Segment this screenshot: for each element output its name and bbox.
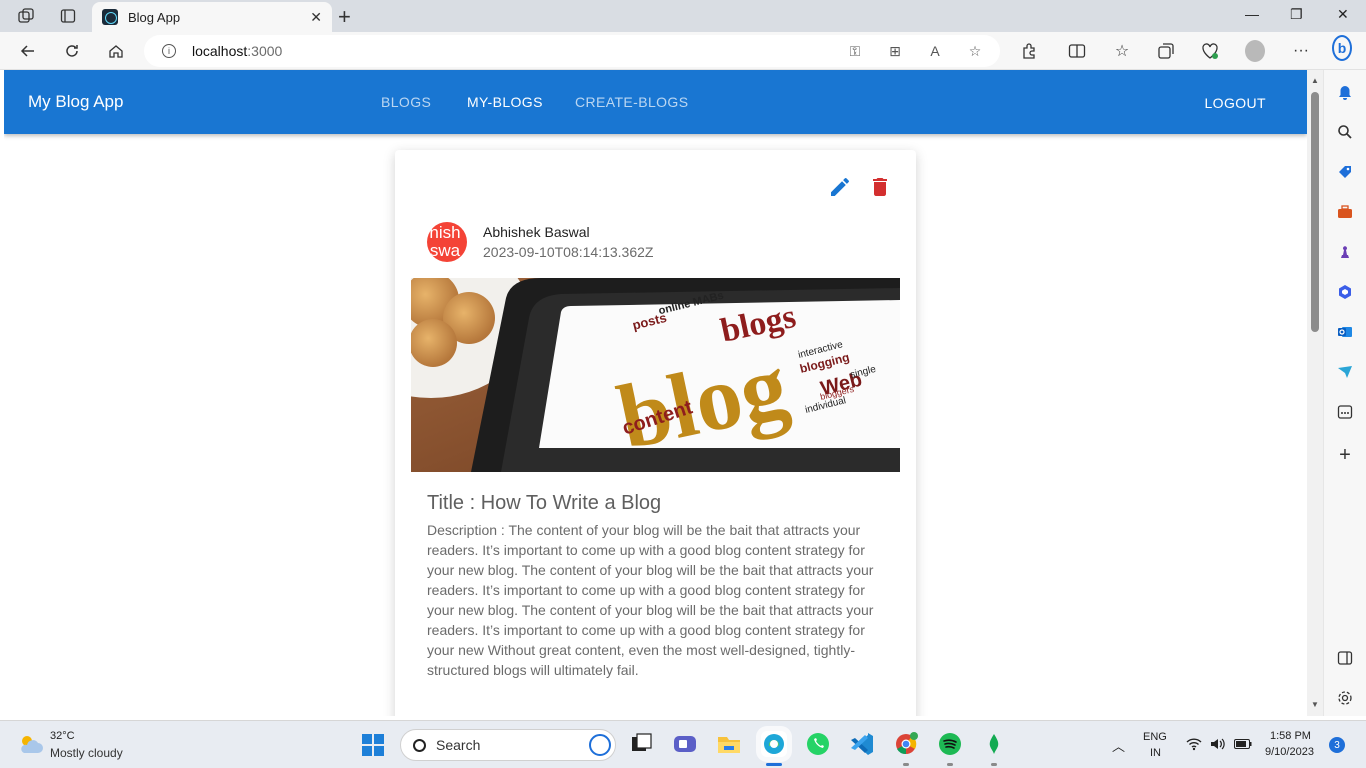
- restore-icon[interactable]: ❐: [1290, 6, 1303, 23]
- vscode-icon[interactable]: [849, 731, 875, 757]
- spotify-indicator: [947, 763, 953, 766]
- apps-icon[interactable]: ⊞: [886, 42, 904, 60]
- battery-icon[interactable]: [1234, 739, 1252, 749]
- weather-description[interactable]: Mostly cloudy: [50, 746, 123, 760]
- web-capture-icon[interactable]: [1335, 402, 1355, 422]
- extensions-icon[interactable]: [1019, 41, 1039, 61]
- tray-overflow-chevron-icon[interactable]: ︿: [1112, 736, 1125, 755]
- more-options-icon[interactable]: ···: [1291, 41, 1311, 61]
- wifi-icon[interactable]: [1186, 737, 1202, 751]
- edge-active-indicator: [766, 763, 782, 766]
- bing-copilot-icon[interactable]: b: [1332, 35, 1352, 61]
- scroll-up-icon[interactable]: ▲: [1311, 76, 1319, 85]
- app-bar: My Blog App BLOGS MY-BLOGS CREATE-BLOGS …: [4, 70, 1307, 134]
- post-title: Title : How To Write a Blog: [427, 492, 662, 514]
- clock-date[interactable]: 9/10/2023: [1265, 746, 1314, 758]
- blog-image: blog blogs content Web posts online MABs…: [411, 278, 900, 472]
- spotify-icon[interactable]: [937, 731, 963, 757]
- browser-toolbar: i localhost:3000 ⚿ ⊞ A ☆ ☆ ··· b: [0, 32, 1366, 70]
- url-port: :3000: [247, 43, 283, 59]
- notification-badge[interactable]: 3: [1329, 737, 1345, 753]
- post-description: Description : The content of your blog w…: [427, 522, 874, 678]
- collections-icon[interactable]: [1156, 41, 1176, 61]
- mongodb-compass-icon[interactable]: [981, 731, 1007, 757]
- scroll-down-icon[interactable]: ▼: [1311, 700, 1319, 709]
- volume-icon[interactable]: [1210, 737, 1226, 751]
- add-sidebar-app-icon[interactable]: +: [1335, 444, 1355, 466]
- window-close-icon[interactable]: ✕: [1337, 6, 1349, 23]
- logout-button[interactable]: LOGOUT: [1204, 95, 1266, 111]
- nav-tab-my-blogs[interactable]: MY-BLOGS: [467, 94, 543, 110]
- search-icon[interactable]: [1335, 122, 1355, 142]
- author-name: Abhishek Baswal: [483, 224, 590, 240]
- back-icon[interactable]: [18, 41, 38, 61]
- whatsapp-icon[interactable]: [805, 731, 831, 757]
- profile-avatar[interactable]: [1245, 40, 1265, 62]
- delete-icon[interactable]: [868, 175, 892, 199]
- site-info-icon[interactable]: i: [162, 44, 176, 58]
- avatar-text-line2: swa: [429, 241, 461, 260]
- page-viewport: My Blog App BLOGS MY-BLOGS CREATE-BLOGS …: [4, 70, 1307, 716]
- start-windows-icon[interactable]: [362, 734, 384, 756]
- avatar-text-line1: hish: [429, 223, 461, 242]
- tab-close-icon[interactable]: ✕: [310, 9, 322, 26]
- weather-temperature[interactable]: 32°C: [50, 730, 75, 742]
- taskbar-search-label: Search: [436, 737, 481, 753]
- author-avatar: hish swa: [427, 222, 467, 262]
- task-view-icon[interactable]: [628, 731, 654, 757]
- outlook-icon[interactable]: [1335, 322, 1355, 342]
- browser-tabstrip: Blog App ✕ + — ❐ ✕: [0, 0, 1366, 32]
- shopping-tag-icon[interactable]: [1335, 162, 1355, 182]
- meet-chat-icon[interactable]: [672, 731, 698, 757]
- language-in[interactable]: IN: [1150, 747, 1161, 759]
- favorite-star-icon[interactable]: ☆: [966, 42, 984, 60]
- hide-sidebar-icon[interactable]: [1335, 648, 1355, 668]
- react-favicon-icon: [102, 9, 118, 25]
- drop-send-icon[interactable]: [1335, 362, 1355, 382]
- url-host: localhost: [192, 43, 248, 59]
- mongodb-indicator: [991, 763, 997, 766]
- app-brand: My Blog App: [28, 92, 124, 111]
- weather-cloud-icon[interactable]: [18, 733, 44, 755]
- taskbar-search[interactable]: Search: [400, 729, 616, 761]
- chrome-icon[interactable]: [893, 731, 919, 757]
- browser-essentials-icon[interactable]: [1200, 41, 1220, 61]
- address-bar[interactable]: i localhost:3000 ⚿ ⊞ A ☆: [144, 35, 1000, 67]
- edit-icon[interactable]: [828, 175, 852, 199]
- sidebar-settings-gear-icon[interactable]: [1335, 688, 1355, 708]
- nav-tab-blogs[interactable]: BLOGS: [381, 94, 431, 110]
- tab-blog-app[interactable]: Blog App ✕: [92, 2, 332, 32]
- nav-tab-create-blogs[interactable]: CREATE-BLOGS: [575, 94, 688, 110]
- workspaces-icon[interactable]: [16, 6, 36, 26]
- chrome-indicator: [903, 763, 909, 766]
- edge-sidebar: +: [1323, 70, 1366, 716]
- windows-taskbar: 32°C Mostly cloudy Search ︿ ENG IN 1:58 …: [0, 720, 1366, 768]
- post-date: 2023-09-10T08:14:13.362Z: [483, 244, 654, 260]
- bing-icon: [589, 734, 611, 756]
- url-text: localhost:3000: [192, 43, 282, 59]
- notifications-bell-icon[interactable]: [1335, 83, 1355, 103]
- file-explorer-icon[interactable]: [716, 731, 742, 757]
- new-tab-button[interactable]: +: [338, 4, 351, 30]
- tools-briefcase-icon[interactable]: [1335, 202, 1355, 222]
- split-screen-icon[interactable]: [1067, 41, 1087, 61]
- favorites-icon[interactable]: ☆: [1112, 41, 1132, 61]
- scrollbar-thumb[interactable]: [1311, 92, 1319, 332]
- microsoft-365-icon[interactable]: [1335, 282, 1355, 302]
- page-scrollbar[interactable]: ▲ ▼: [1307, 70, 1323, 716]
- games-icon[interactable]: [1335, 242, 1355, 262]
- home-icon[interactable]: [106, 41, 126, 61]
- tab-title: Blog App: [128, 9, 181, 25]
- search-magnifier-icon: [413, 738, 426, 752]
- edge-browser-icon[interactable]: [761, 731, 787, 757]
- tab-actions-icon[interactable]: [58, 6, 78, 26]
- read-aloud-icon[interactable]: A: [926, 42, 944, 60]
- clock-time[interactable]: 1:58 PM: [1270, 730, 1311, 742]
- key-icon[interactable]: ⚿: [846, 42, 864, 60]
- refresh-icon[interactable]: [62, 41, 82, 61]
- minimize-icon[interactable]: —: [1245, 6, 1259, 22]
- blog-card: hish swa Abhishek Baswal 2023-09-10T08:1…: [395, 150, 916, 716]
- language-eng[interactable]: ENG: [1143, 731, 1167, 743]
